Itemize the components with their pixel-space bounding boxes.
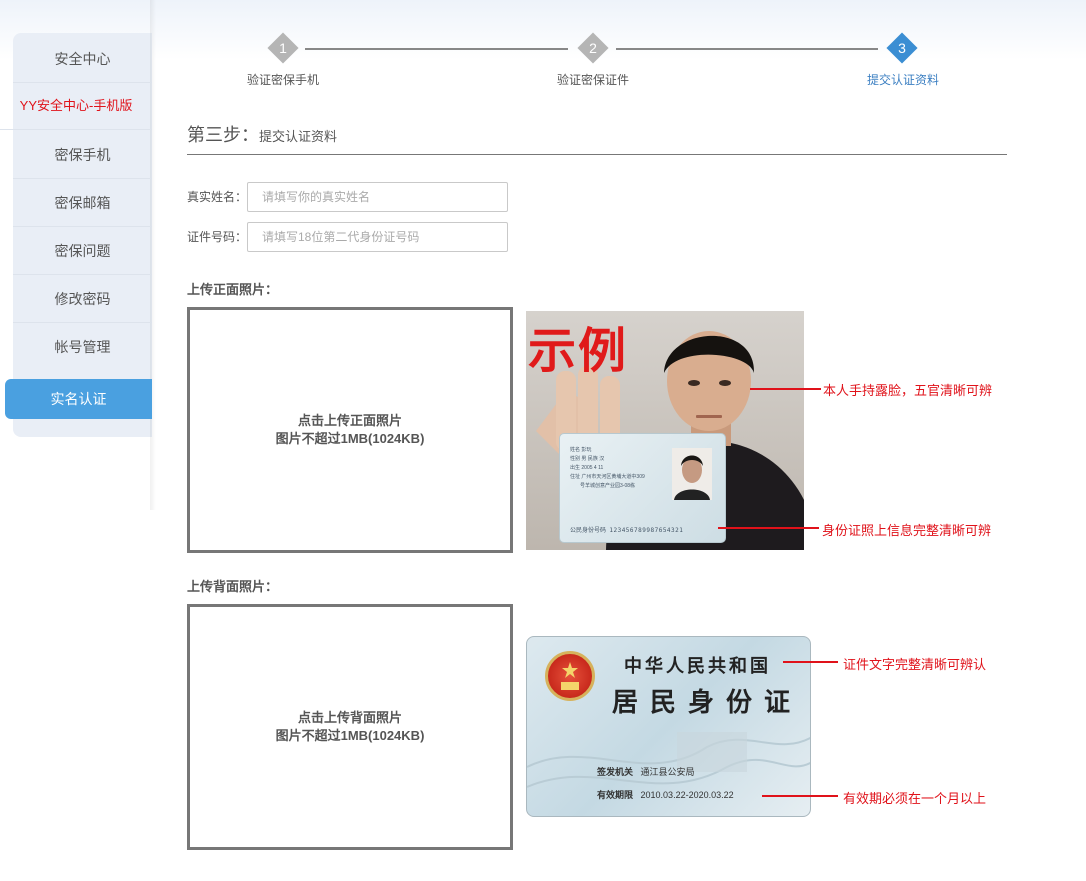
back-upload-text: 点击上传背面照片	[297, 710, 402, 725]
front-upload-text: 点击上传正面照片	[297, 413, 402, 428]
back-upload-heading: 上传背面照片：	[187, 579, 279, 594]
sidebar-item-security-center[interactable]: 安全中心	[13, 35, 152, 83]
sidebar-item-change-password[interactable]: 修改密码	[13, 275, 152, 323]
step-2-label: 验证密保证件	[556, 73, 629, 87]
issuer-row: 签发机关 通江县公安局	[597, 767, 695, 777]
real-name-input[interactable]	[247, 182, 508, 212]
id-card-number: 公民身份号码 123456789987654321	[570, 527, 684, 534]
step-3-number: 3	[898, 40, 906, 56]
card-title: 中华人民共和国	[624, 656, 771, 676]
step-connector	[616, 48, 878, 50]
front-upload-limit: 图片不超过1MB(1024KB)	[275, 431, 425, 446]
step-1-label: 验证密保手机	[246, 73, 319, 87]
id-card-front: 姓名 彭玩 性别 男 民族 汉 出生 2005 4 11 住址 广州市天河区黄埔…	[559, 433, 726, 543]
front-upload-box[interactable]: 点击上传正面照片 图片不超过1MB(1024KB)	[187, 307, 513, 553]
back-upload-box[interactable]: 点击上传背面照片 图片不超过1MB(1024KB)	[187, 604, 513, 850]
id-card-fields: 姓名 彭玩 性别 男 民族 汉 出生 2005 4 11 住址 广州市天河区黄埔…	[570, 447, 645, 489]
sidebar-item-real-name-auth[interactable]: 实名认证	[5, 379, 152, 419]
title-divider	[187, 154, 1007, 155]
step-1-number: 1	[279, 40, 287, 56]
step-3-label: 提交认证资料	[866, 73, 939, 87]
annotation-validity: 有效期必须在一个月以上	[843, 791, 987, 806]
id-card-portrait	[672, 448, 712, 500]
annotation-card: 身份证照上信息完整清晰可辨	[822, 523, 992, 538]
sidebar-item-security-phone[interactable]: 密保手机	[13, 131, 152, 179]
annotation-face: 本人手持露脸，五官清晰可辨	[823, 383, 993, 398]
national-emblem-icon	[545, 651, 595, 701]
sample-badge: 示例	[528, 323, 629, 379]
real-name-label: 真实姓名：	[187, 190, 248, 204]
id-number-label: 证件号码：	[187, 230, 248, 244]
annotation-line	[750, 388, 821, 390]
sidebar-item-security-question[interactable]: 密保问题	[13, 227, 152, 275]
back-sample-card: 中华人民共和国 居民身份证 签发机关 通江县公安局 有效期限 2010.03.2…	[526, 636, 811, 817]
front-upload-heading: 上传正面照片：	[187, 282, 279, 297]
step-2-number: 2	[589, 40, 597, 56]
annotation-line	[762, 795, 838, 797]
sidebar-item-security-email[interactable]: 密保邮箱	[13, 179, 152, 227]
section-title-text: 提交认证资料	[259, 129, 338, 144]
back-upload-limit: 图片不超过1MB(1024KB)	[275, 728, 425, 743]
validity-row: 有效期限 2010.03.22-2020.03.22	[597, 790, 734, 800]
page-title: 第三步：提交认证资料	[187, 121, 337, 147]
step-prefix: 第三步：	[187, 125, 259, 145]
annotation-line	[783, 661, 838, 663]
front-sample-photo: 示例 姓名 彭玩 性别 男 民族 汉 出生 2005 4 11 住址 广州市天河…	[526, 311, 804, 550]
sidebar-item-account-management[interactable]: 帐号管理	[13, 323, 152, 371]
step-connector	[305, 48, 568, 50]
sidebar-item-mobile-version[interactable]: YY安全中心-手机版	[0, 82, 152, 130]
card-subtitle: 居民身份证	[612, 688, 803, 717]
id-number-input[interactable]	[247, 222, 508, 252]
annotation-line	[718, 527, 819, 529]
annotation-text: 证件文字完整清晰可辨认	[843, 657, 987, 672]
